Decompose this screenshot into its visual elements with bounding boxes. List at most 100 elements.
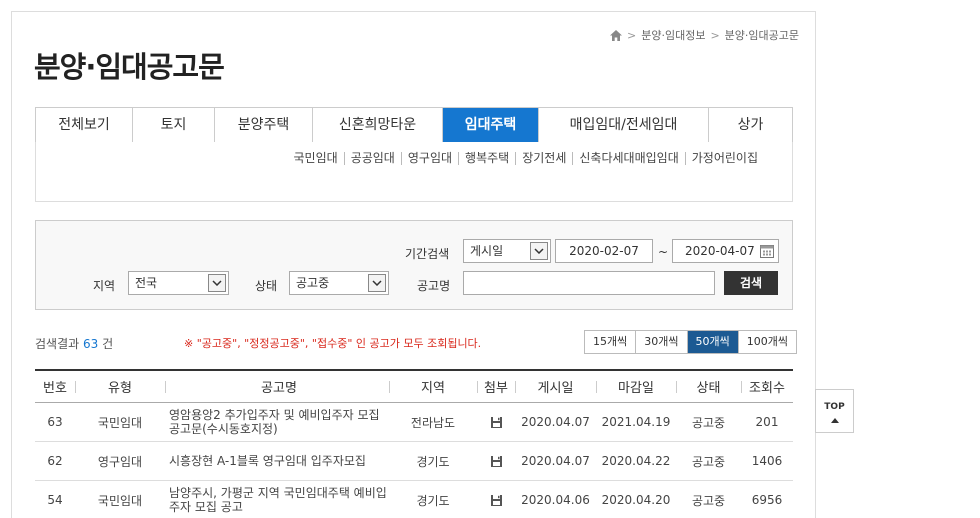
cell-title: 영암용앙2 추가입주자 및 예비입주자 모집 공고문(수시동호지정)	[165, 408, 389, 436]
cell-title: 남양주시, 가평군 지역 국민임대주택 예비입주자 모집 공고	[165, 486, 389, 514]
name-label: 공고명	[417, 279, 451, 293]
page-title: 분양·임대공고문	[34, 50, 225, 84]
cell-deadline: 2021.04.19	[601, 415, 671, 429]
status-select-value: 공고중	[296, 276, 330, 290]
cell-no: 54	[47, 493, 63, 507]
home-icon[interactable]	[610, 29, 622, 41]
name-input[interactable]	[463, 271, 715, 295]
cell-attachment	[477, 415, 515, 429]
tab-land[interactable]: 토지	[132, 108, 214, 142]
status-label: 상태	[255, 279, 278, 293]
region-select-value: 전국	[135, 276, 158, 290]
cell-posted: 2020.04.07	[521, 415, 590, 429]
cell-region: 경기도	[416, 493, 450, 508]
chevron-down-icon	[208, 274, 226, 292]
result-count-number: 63	[83, 337, 99, 351]
calendar-icon[interactable]	[759, 243, 775, 259]
column-header: 유형	[75, 377, 165, 396]
breadcrumb-item-current[interactable]: 분양·임대공고문	[725, 27, 799, 43]
save-disk-icon[interactable]	[490, 455, 503, 468]
column-header: 첨부	[477, 377, 515, 396]
region-label: 지역	[93, 279, 116, 293]
top-label: TOP	[824, 402, 845, 412]
cell-region: 경기도	[416, 454, 450, 469]
subtab-national-rental[interactable]: 국민임대	[288, 152, 344, 165]
caret-up-icon	[830, 418, 839, 423]
period-select-value: 게시일	[470, 244, 504, 258]
tab-rental-housing[interactable]: 임대주택	[442, 108, 538, 142]
period-label: 기간검색	[405, 247, 450, 261]
tab-sale-housing[interactable]: 분양주택	[214, 108, 312, 142]
cell-title: 시흥장현 A-1블록 영구임대 입주자모집	[165, 454, 389, 468]
tab-newlywed-town[interactable]: 신혼희망타운	[312, 108, 442, 142]
cell-attachment	[477, 454, 515, 468]
search-panel: 기간검색 게시일 2020-02-07 ~ 2020-04-07 지역 전국 상…	[35, 220, 793, 310]
cell-deadline: 2020.04.20	[601, 493, 671, 507]
status-select[interactable]: 공고중	[289, 271, 389, 295]
column-header: 번호	[43, 381, 67, 396]
per-page-15[interactable]: 15개씩	[585, 331, 636, 353]
per-page-50[interactable]: 50개씩	[686, 331, 738, 353]
period-select[interactable]: 게시일	[463, 239, 551, 263]
chevron-right-icon: >	[627, 28, 637, 42]
cell-views: 1406	[751, 454, 783, 468]
tab-commercial[interactable]: 상가	[708, 108, 792, 142]
subtab-long-term-jeonse[interactable]: 장기전세	[515, 152, 572, 165]
notice-title-link[interactable]: 남양주시, 가평군 지역 국민임대주택 예비입주자 모집 공고	[169, 486, 389, 514]
cell-deadline: 2020.04.22	[601, 454, 671, 468]
cell-views: 6956	[751, 493, 783, 507]
cell-type: 영구임대	[97, 454, 143, 469]
breadcrumb-item[interactable]: 분양·임대정보	[641, 27, 705, 43]
tab-purchase-rental[interactable]: 매입임대/전세임대	[538, 108, 708, 142]
table-row[interactable]: 62 영구임대 시흥장현 A-1블록 영구임대 입주자모집 경기도 2020.0…	[35, 442, 793, 481]
date-from-input[interactable]: 2020-02-07	[555, 239, 653, 263]
date-to-value: 2020-04-07	[685, 244, 755, 258]
table-row[interactable]: 54 국민임대 남양주시, 가평군 지역 국민임대주택 예비입주자 모집 공고 …	[35, 481, 793, 518]
per-page-selector: 15개씩 30개씩 50개씩 100개씩	[584, 330, 797, 354]
chevron-down-icon	[530, 242, 548, 260]
cell-no: 62	[47, 454, 63, 468]
column-header: 공고명	[165, 377, 389, 396]
subtab-permanent-rental[interactable]: 영구임대	[400, 152, 458, 165]
column-header: 상태	[676, 377, 741, 396]
region-select[interactable]: 전국	[128, 271, 229, 295]
cell-no: 63	[47, 415, 63, 429]
cell-posted: 2020.04.07	[521, 454, 590, 468]
table-row[interactable]: 63 국민임대 영암용앙2 추가입주자 및 예비입주자 모집 공고문(수시동호지…	[35, 403, 793, 442]
cell-status: 공고중	[691, 454, 726, 469]
cell-status: 공고중	[691, 493, 726, 508]
date-range-separator: ~	[658, 245, 669, 259]
subtab-panel: 국민임대 공공임대 영구임대 행복주택 장기전세 신축다세대매입임대 가정어린이…	[35, 142, 793, 202]
category-tabs: 전체보기 토지 분양주택 신혼희망타운 임대주택 매입임대/전세임대 상가	[35, 107, 793, 143]
cell-posted: 2020.04.06	[521, 493, 590, 507]
search-button[interactable]: 검색	[724, 271, 778, 295]
cell-attachment	[477, 493, 515, 507]
column-header: 게시일	[515, 377, 596, 396]
column-header: 지역	[389, 377, 477, 396]
breadcrumb: > 분양·임대정보 > 분양·임대공고문	[610, 27, 799, 43]
cell-views: 201	[755, 415, 779, 429]
notice-title-link[interactable]: 시흥장현 A-1블록 영구임대 입주자모집	[169, 454, 389, 468]
cell-type: 국민임대	[97, 493, 143, 508]
chevron-right-icon: >	[710, 28, 720, 42]
cell-region: 전라남도	[410, 415, 456, 430]
subtab-home-daycare[interactable]: 가정어린이집	[684, 152, 764, 165]
cell-status: 공고중	[691, 415, 726, 430]
subtab-new-multiplex[interactable]: 신축다세대매입임대	[572, 152, 684, 165]
date-to-input[interactable]: 2020-04-07	[672, 239, 779, 263]
per-page-30[interactable]: 30개씩	[635, 331, 687, 353]
save-disk-icon[interactable]	[490, 416, 503, 429]
subtab-public-rental[interactable]: 공공임대	[343, 152, 401, 165]
subtab-happy-housing[interactable]: 행복주택	[458, 152, 515, 165]
notice-title-link[interactable]: 영암용앙2 추가입주자 및 예비입주자 모집 공고문(수시동호지정)	[169, 408, 389, 436]
cell-type: 국민임대	[97, 415, 143, 430]
column-header: 조회수	[741, 377, 793, 396]
per-page-100[interactable]: 100개씩	[737, 331, 796, 353]
scroll-top-button[interactable]: TOP	[815, 389, 854, 433]
result-count: 검색결과 63 건	[35, 337, 114, 351]
tab-all[interactable]: 전체보기	[36, 108, 132, 142]
save-disk-icon[interactable]	[490, 494, 503, 507]
content-panel: > 분양·임대정보 > 분양·임대공고문 분양·임대공고문 전체보기 토지 분양…	[11, 11, 816, 518]
status-notice: ※ "공고중", "정정공고중", "접수중" 인 공고가 모두 조회됩니다.	[184, 337, 482, 350]
chevron-down-icon	[368, 274, 386, 292]
